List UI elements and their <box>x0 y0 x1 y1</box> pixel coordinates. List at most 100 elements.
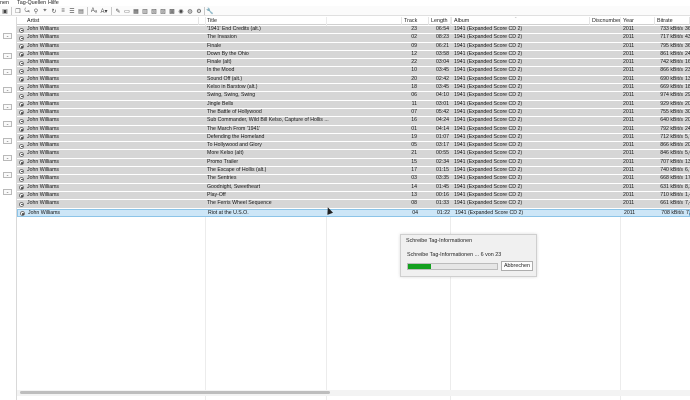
edit-icon[interactable]: ✎ <box>114 7 122 15</box>
filter-icon[interactable]: ⚲ <box>32 7 40 15</box>
save-icon[interactable]: ▣ <box>1 7 9 15</box>
column-header-length[interactable]: Length <box>429 17 452 25</box>
toolbar-separator <box>11 7 12 15</box>
left-panel-dropdown[interactable]: ⌄ <box>3 87 12 93</box>
progress-bar <box>407 263 498 270</box>
left-panel-dropdown[interactable]: ⌄ <box>3 53 12 59</box>
column-header-year[interactable]: Year <box>621 17 655 25</box>
column-header-artist[interactable]: Artist <box>17 17 199 25</box>
table-row[interactable]: John Williams Kelso in Barstow (alt.) 18 03… <box>17 84 690 93</box>
left-panel-dropdown[interactable]: ⌄ <box>3 172 12 178</box>
cell-size: 8,24 M <box>685 183 690 190</box>
audio-file-icon <box>19 168 24 174</box>
cell-track: 14 <box>411 183 417 190</box>
cell-bitrate: 717 kBit/s <box>660 34 683 41</box>
table-row[interactable]: John Williams The Ferris Wheel Sequence 08… <box>17 200 690 209</box>
settings-icon[interactable]: ⚙ <box>195 7 203 15</box>
table-row[interactable]: John Williams Swing, Swing, Swing 06 04:10 1… <box>17 92 690 101</box>
table-row[interactable]: John Williams To Hollywood and Glory 05 03:… <box>17 142 690 151</box>
cell-artist: John Williams <box>27 125 59 132</box>
cell-length: 00:55 <box>436 150 449 157</box>
table-row[interactable]: John Williams The Battle of Hollywood 07 05… <box>17 108 690 118</box>
audio-file-icon <box>19 193 24 199</box>
table-row[interactable]: John Williams Finale 09 06:21 1941 (Expanded… <box>17 42 690 51</box>
audio-file-icon <box>19 60 24 66</box>
table-row[interactable]: John Williams Finale (alt) 22 03:04 1941 (Ex… <box>17 59 690 68</box>
left-panel-dropdown[interactable]: ⌄ <box>3 189 12 195</box>
cd-icon[interactable]: ◉ <box>177 7 185 15</box>
cell-album: 1941 (Expanded Score CD 2) <box>454 200 523 207</box>
text-format-icon[interactable]: A▾ <box>100 7 108 15</box>
table-row[interactable]: John Williams Down By the Ohio 12 03:58 1941… <box>17 50 690 60</box>
numbering-icon[interactable]: ≡ <box>59 7 67 15</box>
cell-size: 36,35 M <box>685 26 690 32</box>
cell-bitrate: 755 kBit/s <box>660 108 683 115</box>
left-panel-dropdown[interactable]: ⌄ <box>3 121 12 127</box>
audio-file-icon <box>19 35 24 41</box>
left-panel-dropdown[interactable]: ⌄ <box>3 69 12 75</box>
cell-year: 2011 <box>623 167 635 174</box>
cell-year: 2011 <box>623 34 635 41</box>
left-panel-dropdown[interactable]: ⌄ <box>3 104 12 110</box>
convert-icon[interactable]: ⤿ <box>23 7 31 15</box>
case-conversion-icon[interactable]: Aₐ <box>90 7 98 15</box>
table-row[interactable]: John Williams Sub Commander, Wild Bill Ke… <box>17 117 690 126</box>
column-header-track[interactable]: Track <box>402 17 429 25</box>
table-row[interactable]: John Williams Jingle Bells 11 03:01 1941 (Ex… <box>17 100 690 109</box>
left-panel-dropdown[interactable]: ⌄ <box>3 155 12 161</box>
cell-length: 00:16 <box>436 191 449 198</box>
cell-track: 07 <box>411 108 417 115</box>
left-panel-dropdown[interactable]: ⌄ <box>3 138 12 144</box>
cell-length: 03:45 <box>436 84 449 91</box>
grid-icon[interactable]: ▦ <box>132 7 140 15</box>
cell-artist: John Williams <box>27 75 59 82</box>
table-row[interactable]: John Williams Goodnight, Sweetheart 14 01:4… <box>17 183 690 192</box>
table-row[interactable]: John Williams More Kelso (alt) 21 00:55 1941… <box>17 150 690 159</box>
image-icon[interactable]: ▩ <box>168 7 176 15</box>
toolbar-separator <box>87 7 88 15</box>
cancel-button[interactable]: Abbrechen <box>501 261 533 271</box>
tag-icon[interactable]: ⌖ <box>41 7 49 15</box>
table-row[interactable]: John Williams The Invasion 02 08:23 1941 (Ex… <box>17 34 690 43</box>
table-row[interactable]: John Williams Defending the Homeland 19 01:… <box>17 133 690 143</box>
table-row[interactable]: John Williams Promo Trailer 15 02:34 1941 (E… <box>17 158 690 168</box>
horizontal-scrollbar[interactable] <box>17 390 690 396</box>
columns-icon[interactable]: ▧ <box>150 7 158 15</box>
table-row[interactable]: John Williams Play-Off 13 00:16 1941 (Expand… <box>17 191 690 201</box>
list-icon[interactable]: ☰ <box>68 7 76 15</box>
table-row[interactable]: John Williams The March From '1941' 01 04:1… <box>17 125 690 134</box>
cell-track: 19 <box>411 133 417 140</box>
column-header-album[interactable]: Album <box>452 17 590 25</box>
window-icon[interactable]: ▭ <box>123 7 131 15</box>
cell-title: Promo Trailer <box>207 158 239 165</box>
table-row[interactable]: John Williams Riot at the U.S.O. 04 01:22 19… <box>17 208 690 217</box>
table-row[interactable]: John Williams The Sentries 03 03:35 1941 (Ex… <box>17 175 690 184</box>
copy-icon[interactable]: ❐ <box>14 7 22 15</box>
web-icon[interactable]: ◍ <box>186 7 194 15</box>
cell-track: 10 <box>411 67 417 74</box>
cell-bitrate: 846 kBit/s <box>660 150 683 157</box>
table-row[interactable]: John Williams '1941' End Credits (alt.) 23… <box>17 26 690 35</box>
audio-file-icon <box>19 27 24 33</box>
refresh-icon[interactable]: ↻ <box>50 7 58 15</box>
column-header-bitrate[interactable]: Bitrate <box>655 17 690 25</box>
playlist-icon[interactable]: ▤ <box>77 7 85 15</box>
audio-file-icon <box>19 143 24 149</box>
cell-size: 24,08 M <box>685 125 690 132</box>
table-row[interactable]: John Williams Sound Off (alt.) 20 02:42 1941… <box>17 75 690 85</box>
table-row[interactable]: John Williams The Escape of Hollis (alt.)… <box>17 167 690 176</box>
cell-size: 24,51 M <box>685 50 690 57</box>
cell-bitrate: 861 kBit/s <box>660 50 683 57</box>
table-row[interactable]: John Williams In the Mood 10 03:45 1941 (Exp… <box>17 67 690 76</box>
cell-title: Swing, Swing, Swing <box>207 92 256 99</box>
export-icon[interactable]: ▨ <box>159 7 167 15</box>
column-header-discnumber[interactable]: Discnumber <box>590 17 621 25</box>
left-panel-dropdown[interactable]: ⌄ <box>3 33 12 39</box>
audio-file-icon <box>20 211 25 217</box>
cell-artist: John Williams <box>27 167 59 174</box>
table-icon[interactable]: ▥ <box>141 7 149 15</box>
column-header-title[interactable]: Title <box>205 17 402 25</box>
tools-icon[interactable]: 🔧 <box>206 7 214 15</box>
scrollbar-thumb[interactable] <box>20 391 330 394</box>
dialog-title: Schreibe Tag-Informationen <box>406 238 473 244</box>
